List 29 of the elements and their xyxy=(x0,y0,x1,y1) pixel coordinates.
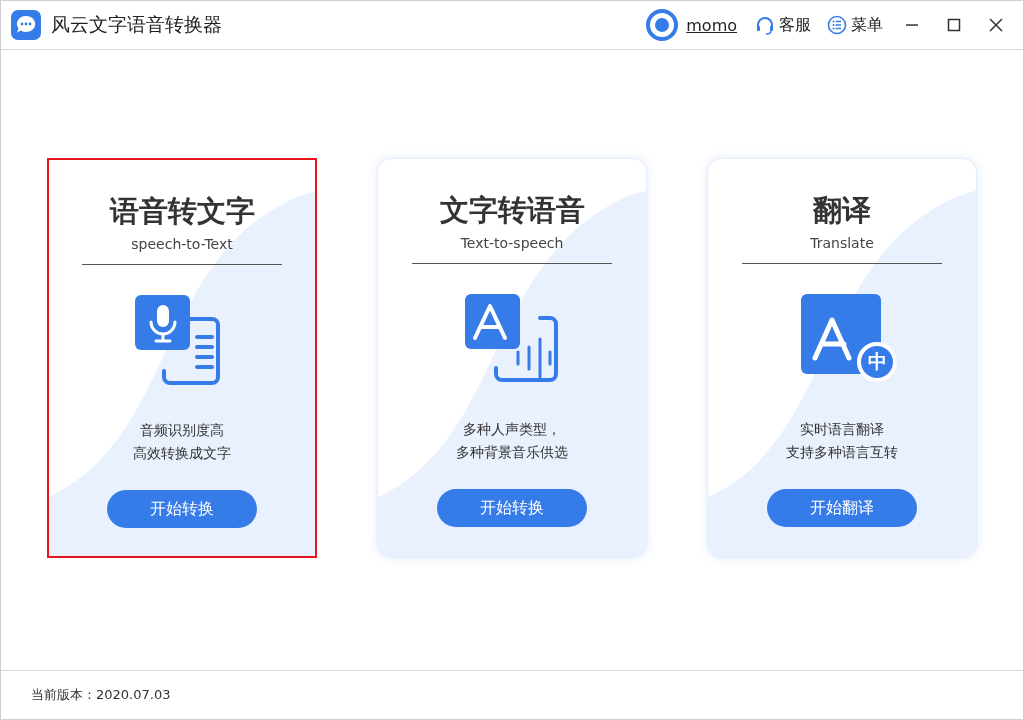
close-icon xyxy=(989,18,1003,32)
start-button[interactable]: 开始翻译 xyxy=(767,489,917,527)
card-subtitle: Translate xyxy=(810,235,874,251)
feature-card[interactable]: 语音转文字 speech-to-Text 音频识别度高 高效转换成文字 开始转换 xyxy=(47,158,317,558)
card-title: 文字转语音 xyxy=(439,192,585,229)
feature-card[interactable]: 翻译 Translate 中 实时语言翻译 支持多种语言互转 开始翻译 xyxy=(707,158,977,558)
card-subtitle: Text-to-speech xyxy=(460,235,564,251)
support-button[interactable]: 客服 xyxy=(751,14,815,36)
menu-icon xyxy=(827,15,847,35)
start-button[interactable]: 开始转换 xyxy=(107,490,257,528)
card-description: 高效转换成文字 xyxy=(133,444,231,463)
maximize-icon xyxy=(947,18,961,32)
card-description: 实时语言翻译 xyxy=(799,420,885,439)
headset-icon xyxy=(755,15,775,35)
card-description: 支持多种语言互转 xyxy=(786,443,898,462)
start-button[interactable]: 开始转换 xyxy=(437,489,587,527)
avatar-icon[interactable] xyxy=(646,9,679,41)
card-title: 翻译 xyxy=(813,192,871,229)
app-logo-icon xyxy=(11,10,41,40)
menu-button[interactable]: 菜单 xyxy=(823,14,887,36)
card-description: 多种背景音乐供选 xyxy=(456,443,568,462)
card-description: 音频识别度高 xyxy=(139,421,225,440)
username-link[interactable]: momo xyxy=(686,15,737,35)
feature-card[interactable]: 文字转语音 Text-to-speech 多种人声类型， 多种背景音乐供选 开始转换 xyxy=(377,158,647,558)
window-title: 风云文字语音转换器 xyxy=(51,12,223,37)
version-label: 当前版本：2020.07.03 xyxy=(31,686,171,704)
card-description: 多种人声类型， xyxy=(462,420,562,439)
card-subtitle: speech-to-Text xyxy=(131,236,233,252)
card-title: 语音转文字 xyxy=(109,193,255,230)
